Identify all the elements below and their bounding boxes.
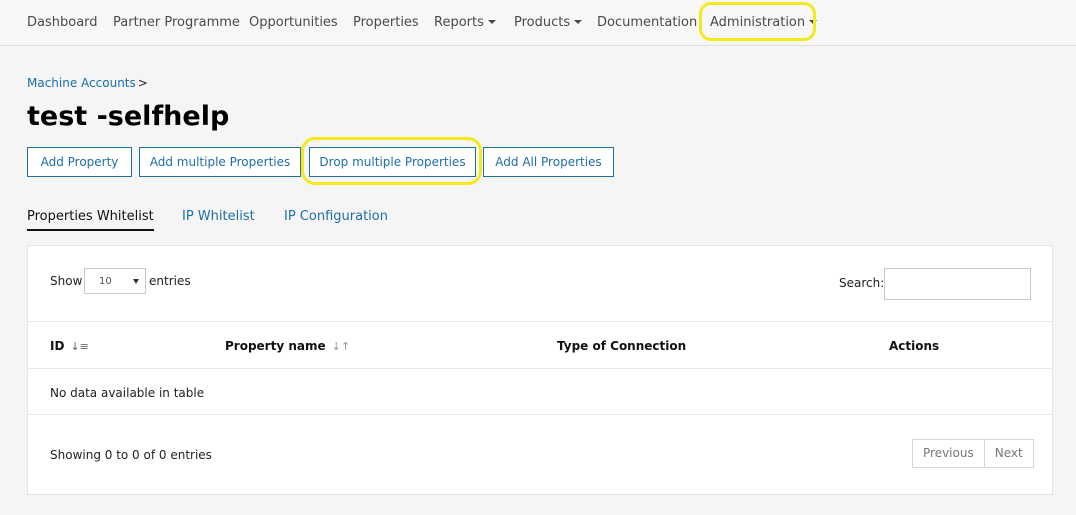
show-label: Show bbox=[50, 274, 83, 288]
nav-products-dropdown[interactable]: Products bbox=[514, 15, 583, 31]
column-header-actions: Actions bbox=[889, 339, 940, 353]
divider bbox=[28, 368, 1052, 369]
page-title: test -selfhelp bbox=[27, 101, 230, 132]
nav-label: Administration bbox=[710, 15, 806, 30]
dropdown-arrow-icon bbox=[133, 279, 139, 284]
add-property-button[interactable]: Add Property bbox=[27, 147, 132, 177]
table-panel: Show 10 entries Search: ID ↓≡ Property na… bbox=[27, 245, 1053, 495]
nav-label: Partner Programme bbox=[113, 15, 240, 30]
nav-label: Reports bbox=[434, 15, 484, 30]
table-info: Showing 0 to 0 of 0 entries bbox=[50, 448, 212, 462]
page-size-value: 10 bbox=[99, 276, 112, 287]
breadcrumb: Machine Accounts > bbox=[27, 76, 148, 90]
nav-reports-dropdown[interactable]: Reports bbox=[434, 15, 496, 31]
pagination: Previous Next bbox=[912, 439, 1034, 468]
nav-dashboard[interactable]: Dashboard bbox=[27, 15, 98, 31]
tab-ip-configuration[interactable]: IP Configuration bbox=[284, 209, 388, 229]
next-page-button[interactable]: Next bbox=[983, 440, 1033, 467]
nav-label: Properties bbox=[353, 15, 419, 30]
tab-properties-whitelist[interactable]: Properties Whitelist bbox=[27, 209, 154, 231]
nav-opportunities[interactable]: Opportunities bbox=[249, 15, 338, 31]
previous-page-button[interactable]: Previous bbox=[913, 440, 984, 467]
breadcrumb-separator: > bbox=[137, 76, 148, 90]
add-all-properties-button[interactable]: Add All Properties bbox=[483, 147, 614, 177]
column-header-label: ID bbox=[50, 339, 65, 353]
top-navbar: Dashboard Partner Programme Opportunitie… bbox=[0, 0, 1076, 46]
caret-down-icon bbox=[809, 20, 818, 24]
search-input[interactable] bbox=[884, 268, 1031, 300]
nav-label: Documentation bbox=[597, 15, 698, 30]
divider bbox=[28, 414, 1052, 415]
entries-label: entries bbox=[149, 274, 191, 288]
nav-label: Products bbox=[514, 15, 571, 30]
nav-partner-programme[interactable]: Partner Programme bbox=[113, 15, 240, 31]
column-header-property-name[interactable]: Property name ↓↑ bbox=[225, 339, 350, 353]
column-header-label: Property name bbox=[225, 339, 326, 353]
nav-label: Opportunities bbox=[249, 15, 338, 30]
drop-multiple-properties-button[interactable]: Drop multiple Properties bbox=[309, 147, 476, 177]
column-header-type-of-connection: Type of Connection bbox=[557, 339, 687, 353]
divider bbox=[28, 321, 1052, 322]
nav-label: Dashboard bbox=[27, 15, 98, 30]
column-header-id[interactable]: ID ↓≡ bbox=[50, 339, 89, 353]
sort-ascending-icon: ↓≡ bbox=[70, 340, 89, 353]
sort-both-icon: ↓↑ bbox=[331, 340, 351, 353]
page-size-select[interactable]: 10 bbox=[84, 268, 146, 294]
nav-properties[interactable]: Properties bbox=[353, 15, 419, 31]
caret-down-icon bbox=[487, 20, 496, 24]
tab-ip-whitelist[interactable]: IP Whitelist bbox=[182, 209, 255, 229]
search-label: Search: bbox=[839, 276, 885, 290]
breadcrumb-machine-accounts-link[interactable]: Machine Accounts bbox=[27, 76, 136, 90]
add-multiple-properties-button[interactable]: Add multiple Properties bbox=[139, 147, 301, 177]
nav-documentation[interactable]: Documentation bbox=[597, 15, 697, 31]
empty-table-message: No data available in table bbox=[50, 386, 205, 400]
caret-down-icon bbox=[574, 20, 583, 24]
nav-administration-dropdown[interactable]: Administration bbox=[710, 15, 818, 31]
